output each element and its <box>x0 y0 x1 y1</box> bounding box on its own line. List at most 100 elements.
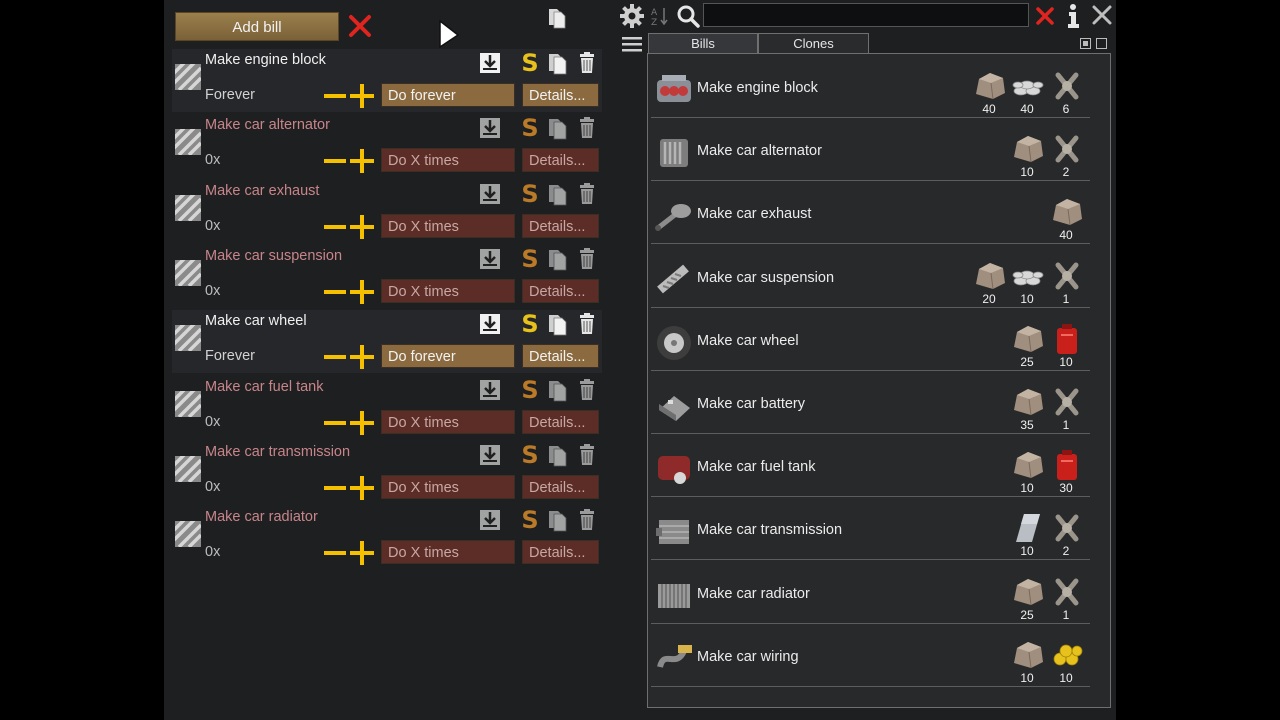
store-mode-icon[interactable]: S <box>517 246 543 272</box>
bill-row[interactable]: Make engine block Forever S Do forever Detai… <box>171 49 602 112</box>
drag-handle-icon[interactable] <box>171 256 203 288</box>
store-mode-icon[interactable]: S <box>517 50 543 76</box>
recipe-row[interactable]: Make car transmission 10 2 <box>651 498 1090 560</box>
bill-row[interactable]: Make car exhaust 0x S Do X times Details... <box>171 180 602 243</box>
add-bill-button[interactable]: Add bill <box>175 12 339 41</box>
drag-handle-icon[interactable] <box>171 517 203 549</box>
details-button[interactable]: Details... <box>522 279 599 303</box>
bill-row[interactable]: Make car transmission 0x S Do X times Detail… <box>171 441 602 504</box>
bill-row[interactable]: Make car wheel Forever S Do forever Details.… <box>171 310 602 373</box>
repeat-mode-button[interactable]: Do X times <box>381 475 515 499</box>
repeat-mode-button[interactable]: Do X times <box>381 148 515 172</box>
bill-row[interactable]: Make car alternator 0x S Do X times Details.… <box>171 114 602 177</box>
decrease-increase-icon[interactable] <box>324 344 376 370</box>
info-icon[interactable] <box>1065 3 1081 29</box>
search-input[interactable] <box>703 3 1029 27</box>
decrease-increase-icon[interactable] <box>324 279 376 305</box>
repeat-mode-button[interactable]: Do X times <box>381 279 515 303</box>
download-icon[interactable] <box>477 442 503 468</box>
bill-row[interactable]: Make car radiator 0x S Do X times Details... <box>171 506 602 569</box>
trash-icon[interactable] <box>574 377 600 403</box>
copy-icon[interactable] <box>545 246 571 272</box>
download-icon[interactable] <box>477 50 503 76</box>
recipe-row[interactable]: Make car exhaust 40 <box>651 182 1090 244</box>
ingredient-amount: 25 <box>1020 608 1034 622</box>
details-button[interactable]: Details... <box>522 344 599 368</box>
repeat-mode-button[interactable]: Do X times <box>381 214 515 238</box>
decrease-increase-icon[interactable] <box>324 475 376 501</box>
details-button[interactable]: Details... <box>522 83 599 107</box>
store-mode-icon[interactable]: S <box>517 507 543 533</box>
recipe-row[interactable]: Make car battery 35 1 <box>651 372 1090 434</box>
repeat-mode-button[interactable]: Do X times <box>381 540 515 564</box>
trash-icon[interactable] <box>574 442 600 468</box>
recipe-row[interactable]: Make engine block 40 40 6 <box>651 56 1090 118</box>
tab-bills[interactable]: Bills <box>648 33 758 53</box>
store-mode-icon[interactable]: S <box>517 181 543 207</box>
store-mode-icon[interactable]: S <box>517 442 543 468</box>
download-icon[interactable] <box>477 377 503 403</box>
download-icon[interactable] <box>477 246 503 272</box>
menu-icon[interactable] <box>620 35 644 53</box>
decrease-increase-icon[interactable] <box>324 148 376 174</box>
collapse-icon[interactable] <box>1080 36 1091 49</box>
recipe-row[interactable]: Make car radiator 25 1 <box>651 562 1090 624</box>
details-button[interactable]: Details... <box>522 410 599 434</box>
copy-icon[interactable] <box>545 377 571 403</box>
drag-handle-icon[interactable] <box>171 191 203 223</box>
repeat-mode-button[interactable]: Do forever <box>381 83 515 107</box>
store-mode-icon[interactable]: S <box>517 115 543 141</box>
recipe-row[interactable]: Make car wiring 10 10 <box>651 625 1090 687</box>
delete-all-bills-icon[interactable] <box>346 12 374 40</box>
trash-icon[interactable] <box>574 115 600 141</box>
clear-search-icon[interactable] <box>1035 5 1055 27</box>
store-mode-icon[interactable]: S <box>517 377 543 403</box>
recipe-name: Make car alternator <box>697 143 822 159</box>
recipe-row[interactable]: Make car alternator 10 2 <box>651 119 1090 181</box>
recipe-row[interactable]: Make car wheel 25 10 <box>651 309 1090 371</box>
trash-icon[interactable] <box>574 50 600 76</box>
drag-handle-icon[interactable] <box>171 387 203 419</box>
drag-handle-icon[interactable] <box>171 60 203 92</box>
search-icon[interactable] <box>676 4 700 28</box>
repeat-mode-button[interactable]: Do X times <box>381 410 515 434</box>
copy-icon[interactable] <box>545 50 571 76</box>
decrease-increase-icon[interactable] <box>324 214 376 240</box>
tab-clones[interactable]: Clones <box>758 33 869 53</box>
recipe-row[interactable]: Make car suspension 20 10 1 <box>651 246 1090 308</box>
sort-icon[interactable]: AZ <box>650 5 670 28</box>
details-button[interactable]: Details... <box>522 214 599 238</box>
drag-handle-icon[interactable] <box>171 125 203 157</box>
details-button[interactable]: Details... <box>522 475 599 499</box>
trash-icon[interactable] <box>574 181 600 207</box>
store-mode-icon[interactable]: S <box>517 311 543 337</box>
copy-icon[interactable] <box>545 442 571 468</box>
details-button[interactable]: Details... <box>522 540 599 564</box>
bill-row[interactable]: Make car suspension 0x S Do X times Details.… <box>171 245 602 308</box>
copy-icon[interactable] <box>545 311 571 337</box>
download-icon[interactable] <box>477 311 503 337</box>
download-icon[interactable] <box>477 507 503 533</box>
repeat-mode-button[interactable]: Do forever <box>381 344 515 368</box>
drag-handle-icon[interactable] <box>171 452 203 484</box>
decrease-increase-icon[interactable] <box>324 83 376 109</box>
paste-icon[interactable] <box>546 6 568 30</box>
close-window-icon[interactable] <box>1091 3 1113 27</box>
trash-icon[interactable] <box>574 507 600 533</box>
download-icon[interactable] <box>477 115 503 141</box>
gear-icon[interactable] <box>619 3 645 29</box>
details-button[interactable]: Details... <box>522 148 599 172</box>
copy-icon[interactable] <box>545 181 571 207</box>
recipe-row[interactable]: Make car fuel tank 10 30 <box>651 435 1090 497</box>
expand-icon[interactable] <box>1096 36 1107 49</box>
drag-handle-icon[interactable] <box>171 321 203 353</box>
trash-icon[interactable] <box>574 311 600 337</box>
ingredient-amount: 1 <box>1062 608 1070 622</box>
trash-icon[interactable] <box>574 246 600 272</box>
copy-icon[interactable] <box>545 507 571 533</box>
download-icon[interactable] <box>477 181 503 207</box>
decrease-increase-icon[interactable] <box>324 410 376 436</box>
decrease-increase-icon[interactable] <box>324 540 376 566</box>
copy-icon[interactable] <box>545 115 571 141</box>
bill-row[interactable]: Make car fuel tank 0x S Do X times Details..… <box>171 376 602 439</box>
